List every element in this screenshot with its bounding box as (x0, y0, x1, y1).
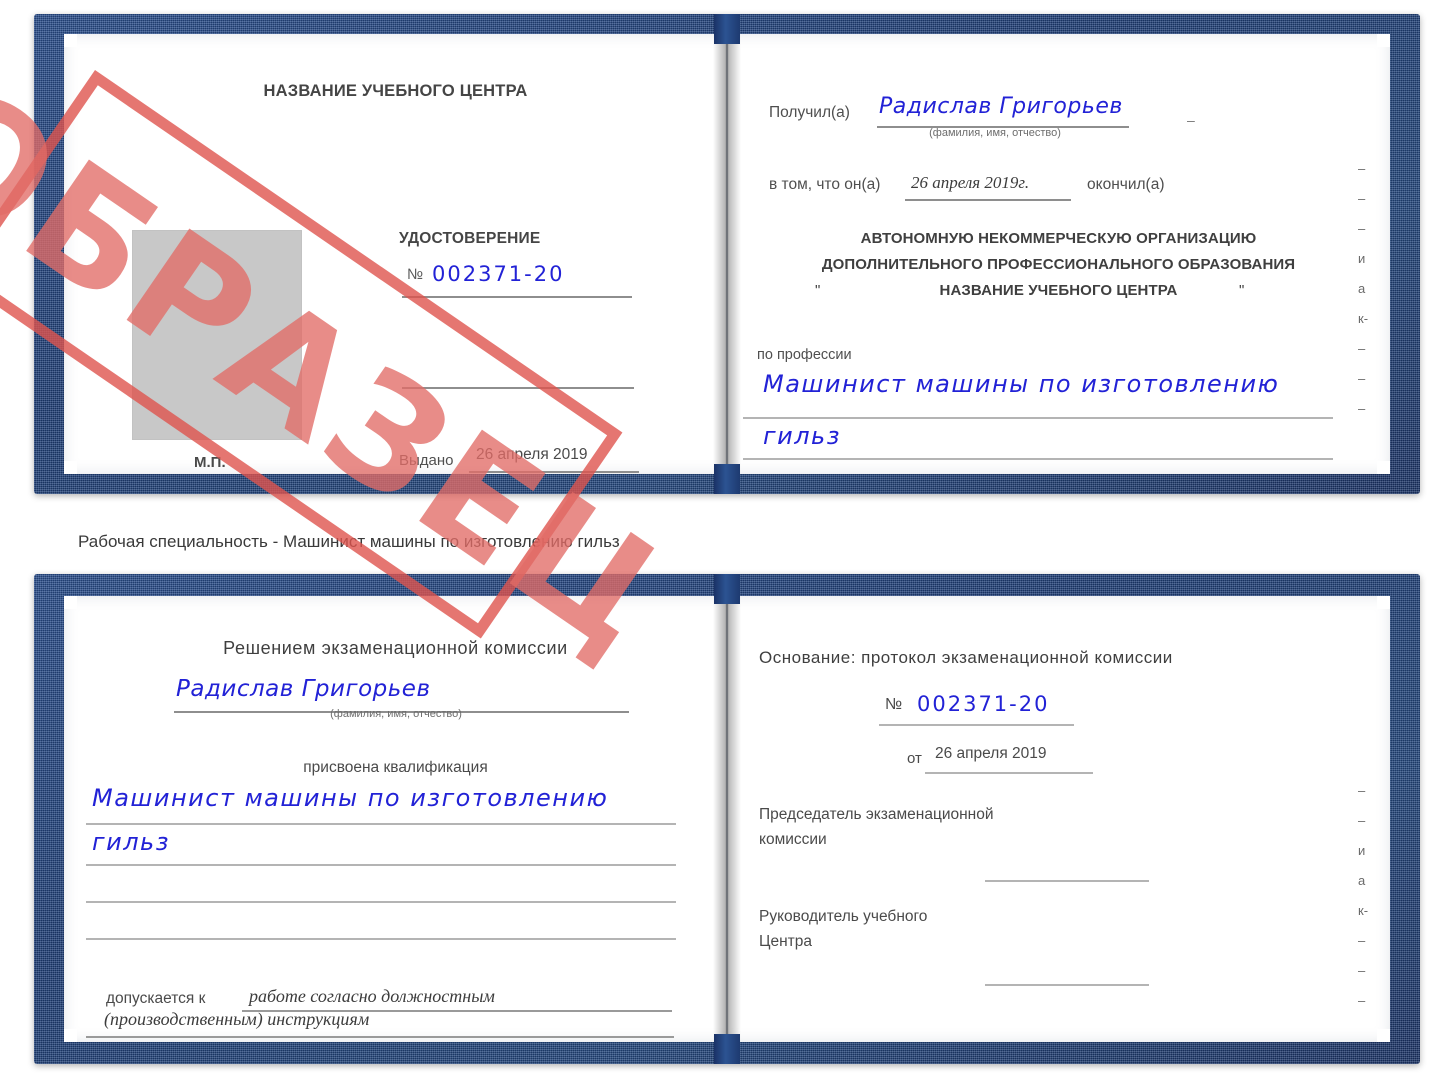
edge-mark: – (1358, 933, 1366, 948)
head-label-line-1: Руководитель учебного (759, 908, 928, 925)
page-crease-top (725, 34, 729, 474)
page-crease-bottom (725, 596, 729, 1042)
head-signature-rule (985, 984, 1149, 986)
issued-label: Выдано (399, 452, 454, 469)
chairman-label-line-2: комиссии (759, 831, 827, 848)
page-corner-br-2 (1377, 1029, 1390, 1042)
profession-value-line-1: Машинист машины по изготовлению (763, 370, 1280, 398)
certificate-number-rule (402, 296, 632, 298)
document-title: УДОСТОВЕРЕНИЕ (399, 230, 541, 247)
edge-mark: и (1358, 251, 1366, 266)
training-center-header: НАЗВАНИЕ УЧЕБНОГО ЦЕНТРА (263, 82, 528, 100)
edge-dash-right-top: – (1187, 112, 1195, 128)
edge-mark: и (1358, 843, 1366, 858)
book-spine-notch-top-2 (714, 574, 740, 604)
graduate-name-value: Радислав Григорьев (176, 676, 431, 702)
org-line-1: АВТОНОМНУЮ НЕКОММЕРЧЕСКУЮ ОРГАНИЗАЦИЮ (860, 230, 1257, 247)
edge-mark: а (1358, 873, 1366, 888)
blank-rule-1 (402, 387, 634, 389)
edge-mark: к- (1358, 903, 1369, 918)
edge-mark: – (1358, 401, 1366, 416)
page-corner-br (1377, 461, 1390, 474)
page-corner-tl (64, 34, 77, 47)
page-spread-top: НАЗВАНИЕ УЧЕБНОГО ЦЕНТРА М.П. УДОСТОВЕРЕ… (64, 34, 1390, 474)
book-spine-notch-top (714, 14, 740, 44)
top-book-right-page: Получил(а) Радислав Григорьев (фамилия, … (727, 34, 1390, 474)
page-corner-bl-2 (64, 1029, 77, 1042)
admitted-label: допускается к (106, 990, 206, 1007)
finished-label: окончил(а) (1087, 176, 1165, 193)
admitted-value-line-1: работе согласно должностным (249, 986, 495, 1006)
org-quote-close: " (1239, 282, 1245, 299)
photo-placeholder (132, 230, 302, 440)
certificate-number-value: 002371-20 (432, 262, 565, 286)
admitted-rule-2 (86, 1036, 674, 1038)
qualification-label: присвоена квалификация (303, 759, 488, 776)
edge-mark: а (1358, 281, 1366, 296)
chairman-label-line-1: Председатель экзаменационной (759, 806, 994, 823)
page-spread-bottom: Решением экзаменационной комиссии Радисл… (64, 596, 1390, 1042)
edge-mark: – (1358, 371, 1366, 386)
page-corner-bl (64, 461, 77, 474)
head-label-line-2: Центра (759, 933, 812, 950)
edge-mark: – (1358, 963, 1366, 978)
protocol-date-rule (925, 772, 1093, 774)
commission-decision-heading: Решением экзаменационной комиссии (223, 638, 568, 658)
edge-mark: – (1358, 993, 1366, 1008)
profession-rule-1 (743, 417, 1333, 419)
qualification-value-line-1: Машинист машины по изготовлению (92, 784, 609, 812)
book-spine-notch-bottom-2 (714, 1034, 740, 1064)
protocol-date-value: 26 апреля 2019 (935, 745, 1047, 762)
page-caption: Рабочая специальность - Машинист машины … (78, 532, 620, 551)
page-edge-marks-bottom: – – и а к- – – – (1358, 776, 1384, 1016)
bottom-book-left-page: Решением экзаменационной комиссии Радисл… (64, 596, 727, 1042)
profession-rule-2 (743, 458, 1333, 460)
protocol-number-prefix: № (885, 696, 903, 713)
basis-label: Основание: протокол экзаменационной коми… (759, 648, 1173, 667)
qualification-rule-2 (86, 864, 676, 866)
page-corner-tr-2 (1377, 596, 1390, 609)
edge-mark: – (1358, 813, 1366, 828)
book-spine-notch-bottom (714, 464, 740, 494)
certificate-book-bottom: Решением экзаменационной комиссии Радисл… (34, 574, 1420, 1064)
edge-mark: к- (1358, 311, 1369, 326)
edge-mark: – (1358, 221, 1366, 236)
certificate-number-prefix: № (407, 266, 424, 283)
qualification-rule-1 (86, 823, 676, 825)
in-that-label: в том, что он(а) (769, 176, 881, 193)
edge-mark: – (1358, 161, 1366, 176)
qualification-value-line-2: гильз (92, 828, 170, 856)
edge-mark: – (1358, 783, 1366, 798)
top-book-left-page: НАЗВАНИЕ УЧЕБНОГО ЦЕНТРА М.П. УДОСТОВЕРЕ… (64, 34, 727, 474)
org-line-3: НАЗВАНИЕ УЧЕБНОГО ЦЕНТРА (939, 282, 1178, 299)
page-corner-tl-2 (64, 596, 77, 609)
org-line-2: ДОПОЛНИТЕЛЬНОГО ПРОФЕССИОНАЛЬНОГО ОБРАЗО… (821, 256, 1296, 273)
chairman-signature-rule (985, 880, 1149, 882)
in-that-date-value: 26 апреля 2019г. (911, 173, 1030, 192)
qualification-rule-4 (86, 938, 676, 940)
name-hint-bottom: (фамилия, имя, отчество) (330, 708, 462, 720)
protocol-date-prefix: от (907, 750, 922, 767)
page-corner-tr (1377, 34, 1390, 47)
admitted-value-line-2: (производственным) инструкциям (104, 1009, 370, 1029)
profession-value-line-2: гильз (763, 422, 841, 450)
issued-date-rule (469, 471, 639, 473)
org-quote-open: " (815, 282, 821, 299)
name-hint-top: (фамилия, имя, отчество) (929, 127, 1061, 139)
protocol-number-value: 002371-20 (917, 692, 1050, 716)
in-that-date-rule (905, 199, 1071, 201)
edge-mark: – (1358, 191, 1366, 206)
profession-label: по профессии (757, 347, 852, 363)
seal-label: М.П. (194, 454, 226, 471)
edge-mark: – (1358, 341, 1366, 356)
issued-date-value: 26 апреля 2019 (476, 446, 588, 463)
qualification-rule-3 (86, 901, 676, 903)
protocol-number-rule (879, 724, 1074, 726)
received-label: Получил(а) (769, 104, 850, 121)
received-name-value: Радислав Григорьев (879, 94, 1123, 119)
certificate-book-top: НАЗВАНИЕ УЧЕБНОГО ЦЕНТРА М.П. УДОСТОВЕРЕ… (34, 14, 1420, 494)
bottom-book-right-page: Основание: протокол экзаменационной коми… (727, 596, 1390, 1042)
page-edge-marks-top: – – – и а к- – – – (1358, 154, 1384, 424)
